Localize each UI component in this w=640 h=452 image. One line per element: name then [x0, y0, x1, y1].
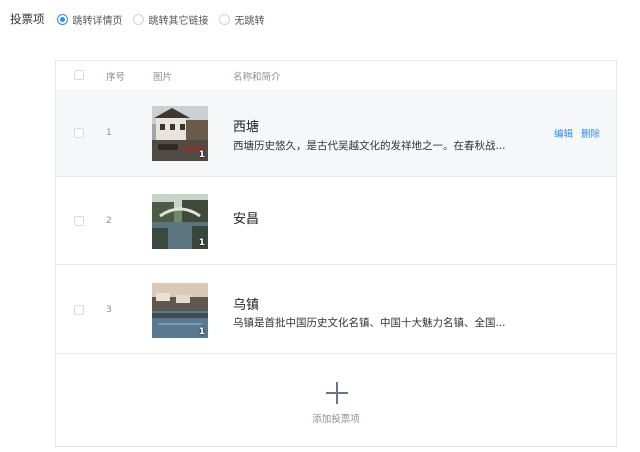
- row-checkbox[interactable]: [74, 128, 84, 138]
- image-count-badge: 1: [198, 327, 205, 337]
- image-count-badge: 1: [198, 238, 205, 248]
- vote-type-label: 投票项: [10, 12, 45, 26]
- item-thumbnail: 1: [152, 194, 208, 249]
- row-seq: 3: [106, 305, 112, 315]
- header-image: 图片: [153, 72, 173, 83]
- radio-checked-icon: [56, 13, 68, 25]
- header-seq: 序号: [106, 72, 126, 83]
- radio-no-jump[interactable]: 无跳转: [218, 12, 265, 27]
- table-row: 2 1 安昌: [56, 177, 616, 265]
- row-checkbox[interactable]: [74, 305, 84, 315]
- image-count-badge: 1: [198, 150, 205, 160]
- radio-unchecked-icon: [132, 13, 144, 25]
- table-header: 序号 图片 名称和简介: [56, 61, 616, 90]
- item-title: 安昌: [233, 212, 260, 227]
- item-description: 西塘历史悠久，是古代吴越文化的发祥地之一。在春秋战...: [233, 140, 506, 152]
- add-vote-item-label: 添加投票项: [312, 414, 360, 425]
- header-name: 名称和简介: [233, 72, 281, 83]
- item-description: 乌镇是首批中国历史文化名镇、中国十大魅力名镇、全国...: [233, 317, 506, 329]
- item-title: 乌镇: [233, 298, 260, 313]
- radio-unchecked-icon: [218, 13, 230, 25]
- radio-detail-page-label: 跳转详情页: [72, 15, 123, 27]
- radio-no-jump-label: 无跳转: [234, 15, 265, 27]
- item-thumbnail: 1: [152, 106, 208, 161]
- table-row: 3 1 乌镇 乌镇是首批中国历史文化名镇、中国十大魅力名镇、全国...: [56, 266, 616, 354]
- table-row: 1 1 西塘 西塘历史悠久，是古代吴越文化的发祥地之一。在春秋战... 编辑 删除: [56, 89, 616, 177]
- radio-detail-page[interactable]: 跳转详情页: [56, 12, 123, 27]
- item-thumbnail: 1: [152, 283, 208, 338]
- radio-other-link[interactable]: 跳转其它链接: [132, 12, 209, 27]
- vote-items-table: 序号 图片 名称和简介 1 1 西塘 西塘历史悠久，是古代吴越文化的发祥地之一。…: [55, 60, 617, 447]
- select-all-checkbox[interactable]: [74, 70, 84, 80]
- row-actions: 编辑 删除: [546, 126, 600, 140]
- edit-link[interactable]: 编辑: [554, 129, 573, 140]
- row-seq: 2: [106, 216, 112, 226]
- delete-link[interactable]: 删除: [581, 129, 600, 140]
- item-title: 西塘: [233, 120, 260, 135]
- add-vote-item-button[interactable]: 添加投票项: [56, 355, 616, 447]
- plus-icon: [326, 382, 348, 404]
- vote-type-group: 投票项 跳转详情页 跳转其它链接 无跳转: [10, 11, 275, 27]
- row-checkbox[interactable]: [74, 216, 84, 226]
- row-seq: 1: [106, 128, 112, 138]
- radio-other-link-label: 跳转其它链接: [148, 15, 209, 27]
